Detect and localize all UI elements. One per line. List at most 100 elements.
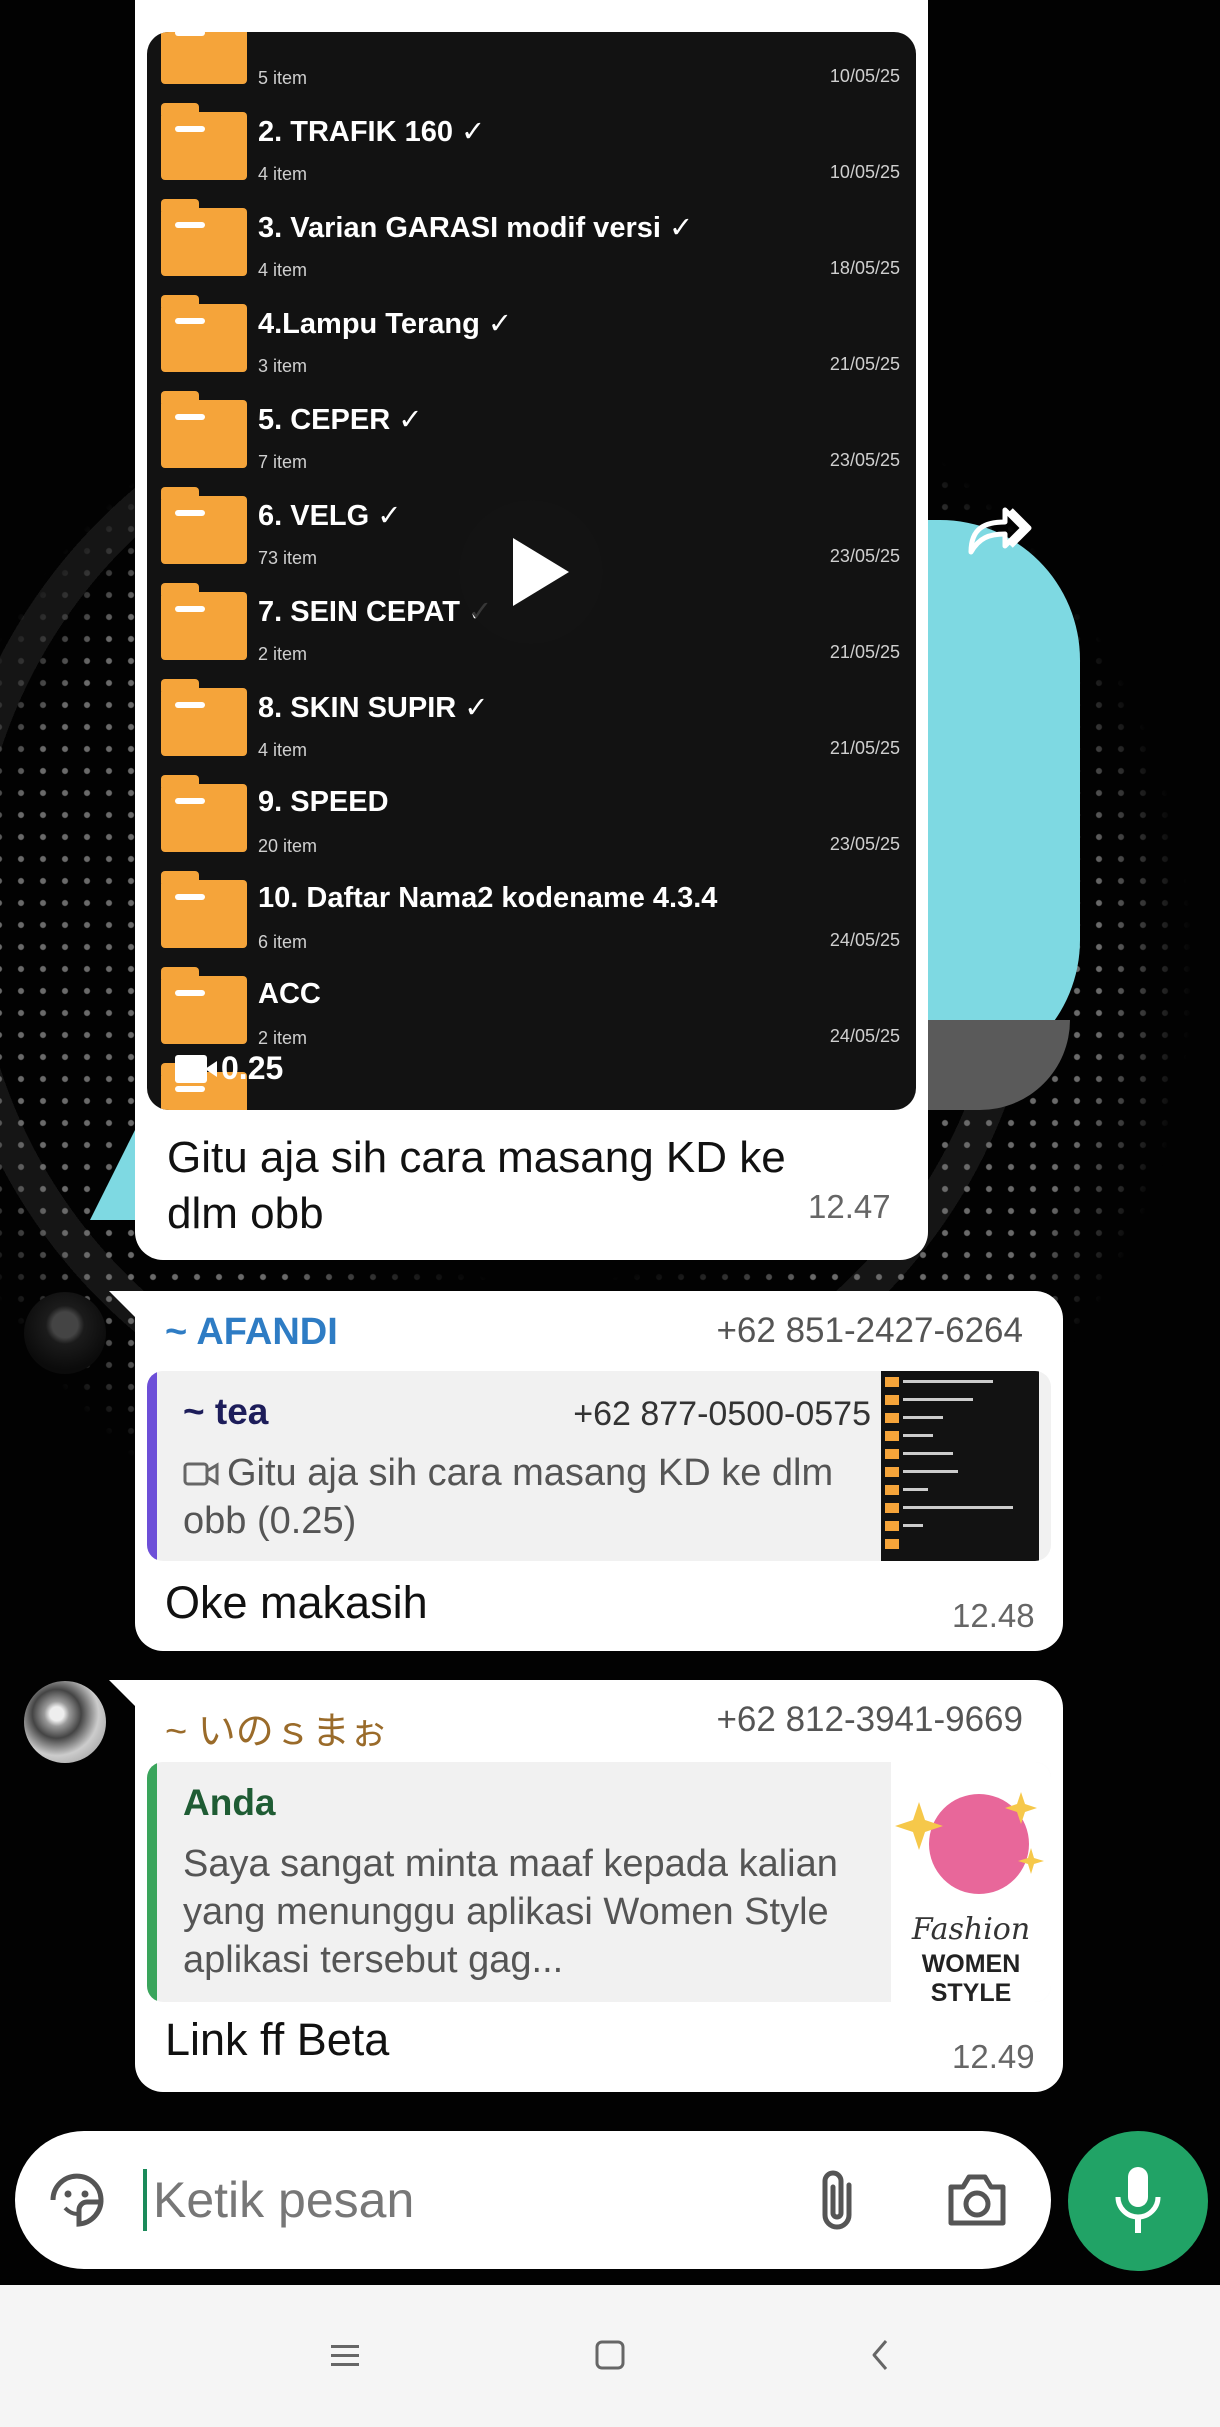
message-time: 12.47 xyxy=(808,1188,891,1225)
list-item: 3. Varian GARASI modif versi ✓ 4 item 18… xyxy=(147,188,916,284)
folder-name: 6. VELG ✓ xyxy=(258,500,402,532)
quote-bar xyxy=(147,1371,157,1561)
folder-name: 2. TRAFIK 160 ✓ xyxy=(258,116,486,148)
mic-icon xyxy=(1115,2167,1161,2233)
play-button[interactable] xyxy=(459,500,603,644)
video-icon xyxy=(183,1462,219,1486)
folder-icon xyxy=(161,391,247,468)
list-item: 2. TRAFIK 160 ✓ 4 item 10/05/25 xyxy=(147,92,916,188)
video-duration: 0.25 xyxy=(175,1050,283,1087)
voice-record-button[interactable] xyxy=(1068,2131,1208,2271)
folder-name: 3. Varian GARASI modif versi ✓ xyxy=(258,212,694,244)
folder-count: 5 item xyxy=(258,68,308,88)
video-camera-icon xyxy=(175,1054,217,1083)
home-icon[interactable] xyxy=(580,2325,640,2385)
message-input[interactable] xyxy=(143,2163,783,2237)
folder-count: 4 item xyxy=(258,740,308,760)
folder-date: 21/05/25 xyxy=(829,354,900,374)
sticker-icon[interactable] xyxy=(45,2168,109,2232)
list-item: ACC 2 item 24/05/25 xyxy=(147,956,916,1052)
sender-name[interactable]: ~ いのｓまぉ xyxy=(165,1700,388,1755)
list-item: 5 item 10/05/25 xyxy=(147,32,916,92)
folder-icon xyxy=(161,199,247,276)
message-caption: Gitu aja sih cara masang KD ke dlm obb xyxy=(167,1133,786,1238)
menu-icon[interactable] xyxy=(315,2325,375,2385)
paperclip-icon[interactable] xyxy=(815,2167,859,2233)
folder-date: 24/05/25 xyxy=(829,1026,900,1046)
list-item: 8. SKIN SUPIR ✓ 4 item 21/05/25 xyxy=(147,668,916,764)
forward-icon[interactable] xyxy=(965,500,1035,560)
message-text: Oke makasih xyxy=(165,1577,428,1628)
avatar[interactable] xyxy=(24,1292,106,1374)
message-composer xyxy=(15,2131,1051,2269)
sender-phone: +62 812-3941-9669 xyxy=(716,1700,1023,1739)
folder-icon xyxy=(161,103,247,180)
bubble-tail xyxy=(109,1291,139,1321)
quote-sender: Anda xyxy=(183,1782,276,1823)
folder-icon xyxy=(161,775,247,852)
folder-icon xyxy=(161,967,247,1044)
folder-name: 10. Daftar Nama2 kodename 4.3.4 xyxy=(258,882,718,914)
folder-name: 5. CEPER ✓ xyxy=(258,404,423,436)
video-message-bubble[interactable]: 5 item 10/05/25 2. TRAFIK 160 ✓ 4 item 1… xyxy=(135,0,928,1260)
folder-name: 8. SKIN SUPIR ✓ xyxy=(258,692,489,724)
folder-date: 21/05/25 xyxy=(829,738,900,758)
folder-date: 23/05/25 xyxy=(829,450,900,470)
message-text: Link ff Beta xyxy=(165,2014,390,2065)
folder-icon xyxy=(161,32,247,84)
message-time: 12.49 xyxy=(952,2038,1035,2075)
folder-name: ACC xyxy=(258,978,321,1010)
folder-count: 4 item xyxy=(258,164,308,184)
folder-date: 23/05/25 xyxy=(829,834,900,854)
folder-count: 2 item xyxy=(258,1028,308,1048)
folder-count: 2 item xyxy=(258,644,308,664)
message-bubble[interactable]: ~ AFANDI +62 851-2427-6264 ~ tea +62 877… xyxy=(109,1291,1063,1651)
thumbnail-preview xyxy=(885,1377,1013,1549)
folder-date: 18/05/25 xyxy=(829,258,900,278)
folder-count: 3 item xyxy=(258,356,308,376)
folder-date: 24/05/25 xyxy=(829,930,900,950)
thumb-brand-text: WOMEN STYLE xyxy=(921,1950,1021,2002)
bubble-tail xyxy=(109,1680,139,1710)
camera-icon[interactable] xyxy=(945,2169,1009,2229)
folder-count: 7 item xyxy=(258,452,308,472)
quote-sender: ~ tea xyxy=(183,1391,269,1432)
quote-thumbnail xyxy=(881,1371,1039,1561)
folder-name: 4.Lampu Terang ✓ xyxy=(258,308,513,340)
avatar[interactable] xyxy=(24,1681,106,1763)
folder-icon xyxy=(161,871,247,948)
message-bubble[interactable]: ~ いのｓまぉ +62 812-3941-9669 Anda Saya sang… xyxy=(109,1680,1063,2092)
folder-name: 7. SEIN CEPAT ✓ xyxy=(258,596,493,628)
quote-bar xyxy=(147,1762,157,2002)
list-item: 9. SPEED 20 item 23/05/25 xyxy=(147,764,916,860)
list-item: 4.Lampu Terang ✓ 3 item 21/05/25 xyxy=(147,284,916,380)
list-item: 5. CEPER ✓ 7 item 23/05/25 xyxy=(147,380,916,476)
quote-thumbnail: Fashion WOMEN STYLE xyxy=(891,1762,1051,2002)
folder-date: 10/05/25 xyxy=(829,162,900,182)
quote-text: Saya sangat minta maaf kepada kalian yan… xyxy=(183,1843,838,1981)
folder-count: 73 item xyxy=(258,548,318,568)
duration-label: 0.25 xyxy=(221,1050,284,1086)
system-navigation-bar xyxy=(0,2285,1220,2427)
folder-icon xyxy=(161,679,247,756)
quote-phone: +62 877-0500-0575 xyxy=(573,1395,871,1433)
list-item: 10. Daftar Nama2 kodename 4.3.4 6 item 2… xyxy=(147,860,916,956)
quote-text: Gitu aja sih cara masang KD ke dlm obb (… xyxy=(183,1452,834,1542)
back-icon[interactable] xyxy=(850,2325,910,2385)
folder-icon xyxy=(161,583,247,660)
folder-date: 21/05/25 xyxy=(829,642,900,662)
video-thumbnail[interactable]: 5 item 10/05/25 2. TRAFIK 160 ✓ 4 item 1… xyxy=(147,32,916,1110)
folder-icon xyxy=(161,295,247,372)
quoted-message[interactable]: ~ tea +62 877-0500-0575 Gitu aja sih car… xyxy=(147,1371,1051,1561)
folder-count: 6 item xyxy=(258,932,308,952)
folder-count: 20 item xyxy=(258,836,318,856)
sender-phone: +62 851-2427-6264 xyxy=(716,1311,1023,1350)
thumb-script-text: Fashion xyxy=(911,1912,1031,1947)
sender-name[interactable]: ~ AFANDI xyxy=(165,1311,338,1354)
folder-name: 9. SPEED xyxy=(258,786,389,818)
folder-count: 4 item xyxy=(258,260,308,280)
message-time: 12.48 xyxy=(952,1597,1035,1634)
folder-icon xyxy=(161,487,247,564)
folder-date: 23/05/25 xyxy=(829,546,900,566)
quoted-message[interactable]: Anda Saya sangat minta maaf kepada kalia… xyxy=(147,1762,1051,2002)
